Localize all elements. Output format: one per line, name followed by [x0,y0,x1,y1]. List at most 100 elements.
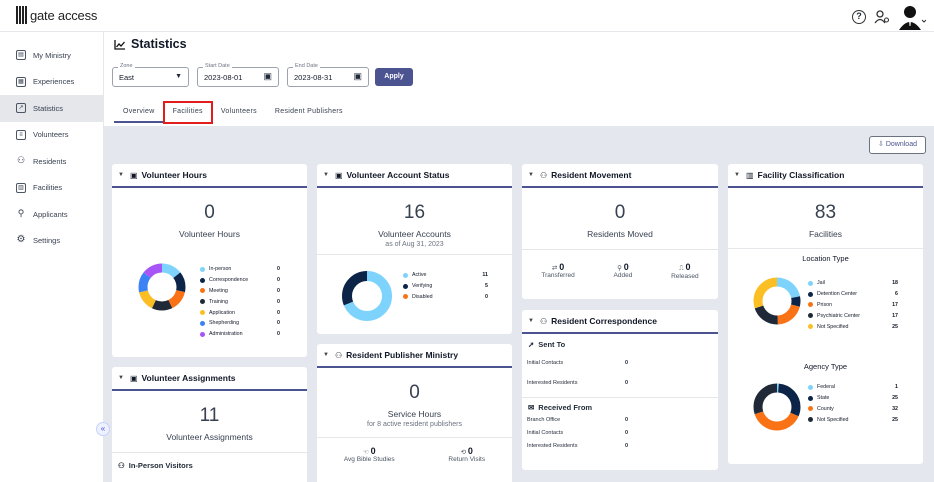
download-button[interactable]: ⇩ Download [869,136,926,154]
badge-icon: ≡ [16,129,26,140]
in-person-visitors-section: ⚇ In-Person Visitors [118,461,193,470]
agency-type-donut [753,383,801,431]
people-icon: ⚇ [334,350,343,360]
sidebar-item-settings[interactable]: ⚙ Settings [0,228,103,255]
legend-item: Application 0 [200,307,280,318]
help-icon[interactable]: ? [852,10,866,24]
legend-item: State 25 [808,393,898,404]
page-title: Statistics [114,37,187,51]
volunteer-assignments-label: Volunteer Assignments [166,432,253,442]
chevron-down-icon: ▼ [175,73,182,80]
service-hours-label: Service Hours [387,409,442,419]
people-icon: ⚇ [539,316,548,326]
user-settings-icon[interactable] [874,10,890,24]
table-row: Branch Office 0 [527,416,628,423]
released-stat: ⎍ 0 Released [671,262,699,280]
badge-icon: ▣ [334,170,343,180]
legend-item: Detention Center 6 [808,289,898,300]
movement-stats: ⇄ 0 Transferred ⚲ 0 Added ⎍ 0 Released [522,262,718,280]
sidebar-item-facilities[interactable]: ▥ Facilities [0,175,103,202]
resident-correspondence-card: ▼ ⚇ Resident Correspondence ➚ Sent To In… [522,310,718,470]
volunteer-hours-card: ▼ ▣ Volunteer Hours 0 Volunteer Hours In… [112,164,307,357]
legend-item: County 32 [808,404,898,415]
table-row: Initial Contacts 0 [527,360,628,366]
tab-volunteers[interactable]: Volunteers [212,102,266,123]
sidebar-item-statistics[interactable]: ↗ Statistics [0,95,103,122]
apply-button[interactable]: Apply [375,68,413,86]
transferred-stat: ⇄ 0 Transferred [541,262,575,279]
sidebar-item-my-ministry[interactable]: ▤ My Ministry [0,42,103,69]
location-type-donut [753,277,801,325]
card-header[interactable]: ▼ ⚇ Resident Correspondence [522,310,718,334]
facilities-value: 83 [814,202,837,223]
legend-item: Shepherding 0 [200,318,280,329]
sidebar-item-volunteers[interactable]: ≡ Volunteers [0,122,103,149]
calendar-icon[interactable]: ▣ [353,71,362,82]
building-icon: ▥ [745,170,754,180]
card-header[interactable]: ▼ ▣ Volunteer Assignments [112,367,307,391]
sidebar-item-residents[interactable]: ⚇ Residents [0,148,103,175]
dashboard-content: ⇩ Download ▼ ▣ Volunteer Hours 0 Volunte… [104,126,934,482]
avg-bible-studies-stat: ☜ 0 Avg Bible Studies [343,446,395,463]
table-row: Initial Contacts 0 [527,429,628,436]
ministry-icon: ▤ [16,50,26,61]
card-header[interactable]: ▼ ▣ Volunteer Hours [112,164,307,188]
card-header[interactable]: ▼ ▣ Volunteer Account Status [317,164,512,188]
as-of-date: as of Aug 31, 2023 [385,241,444,248]
sidebar: ▤ My Ministry ▦ Experiences ↗ Statistics… [0,32,104,482]
tab-bar: Overview Facilities Volunteers Resident … [114,101,352,124]
card-header[interactable]: ▼ ⚇ Resident Publisher Ministry [317,344,512,368]
card-header[interactable]: ▼ ▥ Facility Classification [728,164,923,188]
sidebar-item-label: Applicants [33,209,68,219]
tab-facilities[interactable]: Facilities [162,101,213,124]
chevron-down-icon: ▼ [118,172,124,178]
sent-to-section: ➚ Sent To [528,340,566,349]
table-row: Interested Residents 0 [527,380,628,386]
chevron-down-icon: ▼ [734,172,740,178]
tab-overview[interactable]: Overview [114,102,164,123]
badge-icon: ▣ [129,373,138,383]
sidebar-item-experiences[interactable]: ▦ Experiences [0,69,103,96]
added-stat: ⚲ 0 Added [613,262,633,279]
mail-icon: ✉ [528,403,535,412]
publisher-stats: ☜ 0 Avg Bible Studies ⟲ 0 Return Visits [317,446,512,463]
volunteer-hours-label: Volunteer Hours [179,229,240,239]
account-status-donut [342,271,392,321]
location-type-legend: Jail 18 Detention Center 6 Prison 17 Psychi… [808,278,898,332]
legend-item: Meeting 0 [200,286,280,297]
location-type-title: Location Type [802,254,849,263]
card-header[interactable]: ▼ ⚇ Resident Movement [522,164,718,188]
sidebar-item-label: Residents [33,156,67,166]
legend-item: Jail 18 [808,278,898,289]
legend-item: Administration 0 [200,329,280,340]
gear-icon: ⚙ [16,233,26,245]
sidebar-item-applicants[interactable]: ⚲ Applicants [0,201,103,228]
collapse-sidebar-button[interactable]: « [96,422,110,436]
logo-bars-icon [16,6,27,24]
start-date-field[interactable]: Start Date 2023-08-01 ▣ [197,63,279,87]
chevron-down-icon: ▼ [528,318,534,324]
avatar[interactable] [898,4,926,30]
sidebar-item-label: Settings [33,236,61,246]
send-icon: ➚ [528,340,535,349]
volunteer-hours-donut [138,263,186,311]
volunteer-assignments-value: 11 [199,405,220,426]
legend-item: Federal 1 [808,382,898,393]
legend-item: Verifying 5 [403,281,488,292]
received-from-section: ✉ Received From [528,403,593,412]
end-date-field[interactable]: End Date 2023-08-31 ▣ [287,63,369,87]
legend-item: Correspondence 0 [200,275,280,286]
agency-type-legend: Federal 1 State 25 County 32 Not Specified 2… [808,382,898,425]
calendar-icon[interactable]: ▣ [263,71,272,82]
app-logo[interactable]: gate access [16,6,97,24]
building-icon: ▥ [16,182,26,193]
volunteer-hours-legend: In-person 0 Correspondence 0 Meeting 0 Trai… [200,264,280,340]
resident-publisher-ministry-card: ▼ ⚇ Resident Publisher Ministry 0 Servic… [317,344,512,482]
facilities-label: Facilities [808,229,843,239]
chart-icon [114,39,125,50]
tab-resident-publishers[interactable]: Resident Publishers [266,102,352,123]
residents-moved-value: 0 [614,202,626,223]
sidebar-item-label: My Ministry [33,50,71,60]
zone-select[interactable]: Zone East ▼ [112,63,189,87]
resident-movement-card: ▼ ⚇ Resident Movement 0 Residents Moved … [522,164,718,299]
